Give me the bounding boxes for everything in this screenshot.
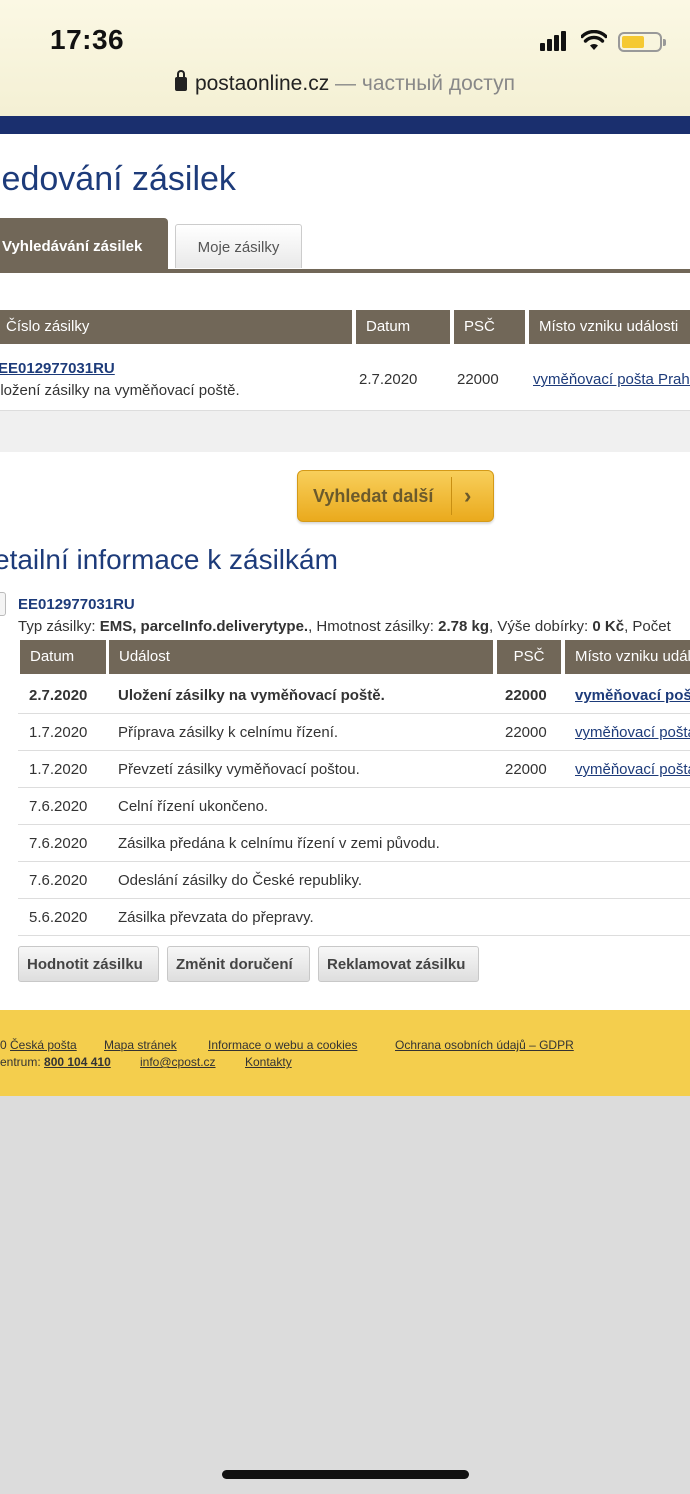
event-row: 7.6.2020 Odeslání zásilky do České repub… [18,862,690,899]
result-psc: 22000 [457,371,499,388]
event-row: 7.6.2020 Zásilka předána k celnímu řízen… [18,825,690,862]
cellular-signal-icon [540,31,568,51]
col-header-date: Datum [356,310,450,344]
lock-icon [174,70,187,91]
page-content: ledování zásilek Vyhledávání zásilek Moj… [0,134,690,1010]
result-date: 2.7.2020 [359,371,418,388]
result-parcel-number-link[interactable]: EE012977031RU [0,360,115,377]
tab-underline [0,269,690,273]
events-header-date: Datum [20,640,106,674]
page-title: ledování zásilek [0,160,236,198]
col-header-number: Číslo zásilky [0,310,352,344]
details-title: etailní informace k zásilkám [0,544,338,575]
url-text: postaonline.cz [194,72,330,95]
wifi-icon [580,29,608,57]
footer-copyright: 0 Česká pošta [0,1038,77,1052]
col-header-psc: PSČ [454,310,525,344]
event-row: 2.7.2020 Uložení zásilky na vyměňovací p… [18,677,690,714]
battery-icon [618,32,666,52]
footer-link-ceska-posta[interactable]: Česká pošta [10,1038,77,1052]
footer-email-link[interactable]: info@cpost.cz [140,1055,216,1069]
browser-top-bar: 17:36 postaonline.cz — частный доступ [0,0,690,116]
result-place-link[interactable]: vyměňovací pošta Praha [533,371,690,388]
complaint-button[interactable]: Reklamovat zásilku [318,946,479,982]
search-more-label: Vyhledat další [313,486,434,506]
event-row: 1.7.2020 Převzetí zásilky vyměňovací poš… [18,751,690,788]
site-header-bar [0,116,690,134]
col-header-place: Místo vzniku události [529,310,690,344]
home-indicator[interactable] [222,1470,469,1479]
parcel-checkbox[interactable] [0,592,6,616]
chevron-right-icon: › [464,483,472,508]
tab-my-parcels[interactable]: Moje zásilky [175,224,302,268]
event-row: 1.7.2020 Příprava zásilky k celnímu říze… [18,714,690,751]
search-more-button[interactable]: Vyhledat další › [297,470,494,522]
events-header-event: Událost [109,640,493,674]
footer-link-privacy[interactable]: Ochrana osobních údajů – GDPR [395,1038,574,1052]
rate-parcel-button[interactable]: Hodnotit zásilku [18,946,159,982]
status-time: 17:36 [50,24,125,55]
event-place-link[interactable]: vyměňovací pošta [575,761,690,778]
event-row: 7.6.2020 Celní řízení ukončeno. [18,788,690,825]
events-header-psc: PSČ [497,640,561,674]
change-delivery-button[interactable]: Změnit doručení [167,946,310,982]
footer-link-sitemap[interactable]: Mapa stránek [104,1038,177,1052]
event-place-link[interactable]: vyměňovací pošta [575,724,690,741]
parcel-id: EE012977031RU [18,596,135,613]
events-header-place: Místo vzniku události [565,640,690,674]
footer-link-contacts[interactable]: Kontakty [245,1055,292,1069]
parcel-info: Typ zásilky: EMS, parcelInfo.deliverytyp… [18,618,671,635]
footer-link-web-info[interactable]: Informace o webu a cookies [208,1038,357,1052]
footer-centrum: entrum: 800 104 410 [0,1055,111,1069]
result-description: uložení zásilky na vyměňovací poště. [0,382,240,399]
url-suffix: — частный доступ [335,72,516,95]
site-footer: 0 Česká pošta Mapa stránek Informace o w… [0,1010,690,1096]
footer-phone-link[interactable]: 800 104 410 [44,1055,111,1069]
tab-search-parcels[interactable]: Vyhledávání zásilek [0,218,168,270]
url-bar[interactable]: postaonline.cz — частный доступ [0,70,690,96]
table-footer-band [0,410,690,452]
event-place-link[interactable]: vyměňovací pošta [575,687,690,704]
event-row: 5.6.2020 Zásilka převzata do přepravy. [18,899,690,936]
